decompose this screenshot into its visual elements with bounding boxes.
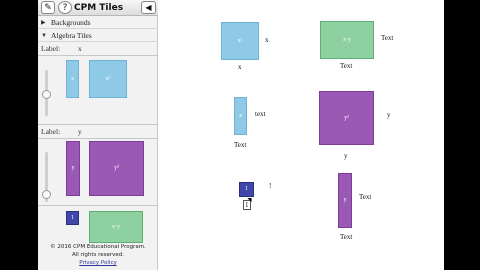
backgrounds-label: Backgrounds — [51, 18, 91, 27]
canvas-tile-x-squared[interactable]: x² — [221, 22, 259, 60]
tile-side-label: x — [265, 36, 269, 44]
canvas-tile-y-squared[interactable]: y² — [319, 91, 374, 145]
chevron-down-icon: ▼ — [41, 33, 47, 39]
copyright-text: © 2016 CPM Educational Program. — [50, 244, 146, 250]
tile-side-label: Text — [381, 34, 394, 42]
size-slider-knob[interactable] — [42, 90, 51, 99]
divider — [38, 205, 158, 206]
tile-side-label: text — [255, 110, 266, 118]
divider — [38, 124, 158, 125]
label-field-label: Label: — [41, 44, 61, 53]
tile-bottom-label: y — [344, 152, 348, 160]
chevron-right-icon: ▶ — [41, 20, 46, 26]
canvas-tile-xy[interactable]: x·y — [320, 21, 374, 59]
rights-text: All rights reserved. — [71, 252, 125, 258]
tile-palette-panel: ✎ ? CPM Tiles ◀ ▶ Backgrounds ▼ Algebra … — [38, 0, 158, 270]
palette-tile-y-squared[interactable]: y² — [89, 141, 144, 196]
palette-tile-xy[interactable]: x·y — [89, 211, 143, 243]
palette-tile-x-squared[interactable]: x² — [89, 60, 127, 98]
label-y-input[interactable]: y — [78, 127, 82, 136]
back-icon[interactable]: ◀ — [141, 1, 156, 14]
edit-icon[interactable]: ✎ — [41, 1, 55, 14]
workspace-canvas[interactable]: x² x x x·y Text Text x text Text y² y y … — [159, 0, 444, 270]
label-field-label: Label: — [41, 127, 61, 136]
divider — [38, 138, 158, 139]
palette-tile-y[interactable]: y — [66, 141, 80, 196]
tile-bottom-label: Text — [234, 141, 247, 149]
palette-tile-x[interactable]: x — [66, 60, 79, 98]
tile-side-label: y — [387, 111, 391, 119]
label-x-input[interactable]: x — [78, 44, 82, 53]
toolbar: ✎ ? CPM Tiles ◀ — [38, 0, 158, 16]
footer: © 2016 CPM Educational Program. All righ… — [38, 243, 158, 267]
algebra-tiles-label: Algebra Tiles — [51, 31, 92, 40]
canvas-tile-y[interactable]: y — [338, 173, 352, 228]
tile-bottom-label: x — [238, 63, 242, 71]
tile-side-label: ! — [269, 182, 272, 190]
palette-tile-unit[interactable]: 1 — [66, 211, 79, 225]
label-edit-input[interactable]: 1 — [243, 200, 251, 210]
tile-bottom-label: Text — [340, 233, 353, 241]
algebra-tiles-section-toggle[interactable]: ▼ Algebra Tiles — [38, 30, 158, 42]
tile-bottom-label: Text — [340, 62, 353, 70]
app-window: ✎ ? CPM Tiles ◀ ▶ Backgrounds ▼ Algebra … — [38, 0, 444, 270]
help-icon[interactable]: ? — [58, 1, 72, 14]
canvas-tile-unit[interactable]: 1 — [239, 182, 254, 197]
tile-side-label: Text — [359, 193, 372, 201]
canvas-tile-x[interactable]: x — [234, 97, 247, 135]
privacy-policy-link[interactable]: Privacy Policy — [38, 259, 158, 267]
divider — [38, 55, 158, 56]
app-title: CPM Tiles — [74, 3, 124, 13]
size-slider-knob[interactable] — [42, 190, 51, 199]
backgrounds-section-toggle[interactable]: ▶ Backgrounds — [38, 17, 158, 29]
